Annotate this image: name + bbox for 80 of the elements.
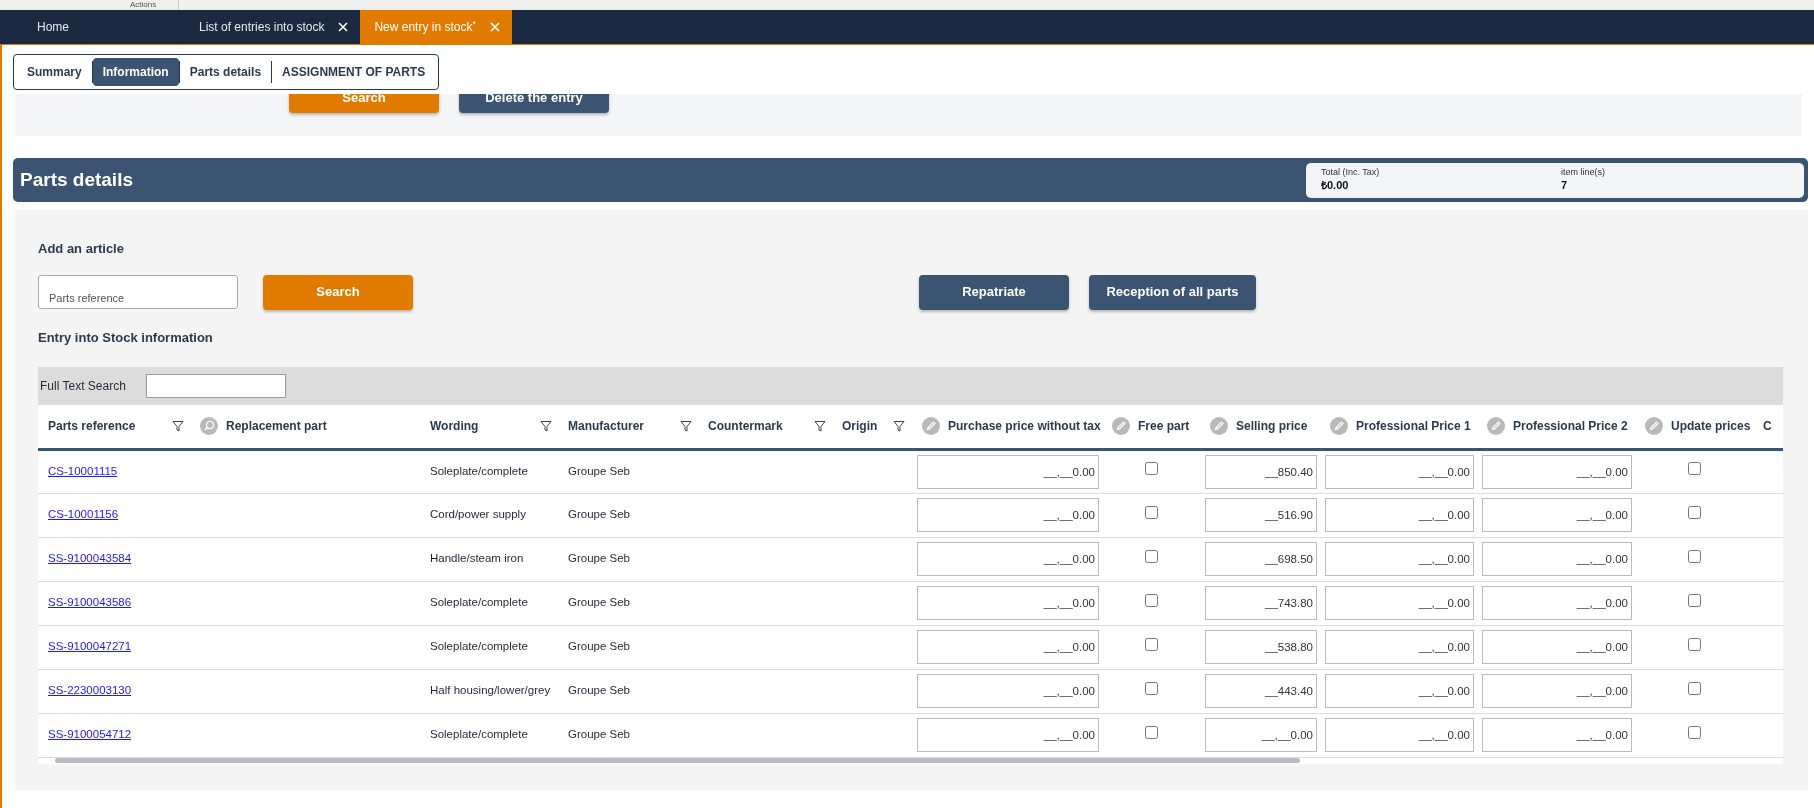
price-field[interactable]: __,__0.00 [917, 718, 1099, 752]
reference-link[interactable]: SS-9100047271 [48, 640, 132, 653]
column-header[interactable]: Replacement part [226, 417, 327, 436]
price-field[interactable]: __443.40 [1205, 674, 1317, 708]
price-field[interactable]: __538.80 [1205, 630, 1317, 664]
reference-link[interactable]: SS-2230003130 [48, 684, 132, 697]
repatriate-button[interactable]: Repatriate [919, 274, 1069, 310]
price-field[interactable]: __,__0.00 [1325, 630, 1474, 664]
table-cell: Soleplate/complete [430, 464, 528, 477]
price-field[interactable]: __,__0.00 [1482, 630, 1632, 664]
price-field[interactable]: __,__0.00 [1325, 542, 1474, 576]
price-field[interactable]: __850.40 [1205, 454, 1317, 489]
price-field[interactable]: __,__0.00 [1482, 718, 1632, 752]
price-field[interactable]: __,__0.00 [1482, 454, 1632, 489]
price-field[interactable]: __,__0.00 [1325, 498, 1474, 532]
price-field[interactable]: __743.80 [1205, 586, 1317, 620]
price-field[interactable]: __,__0.00 [917, 586, 1099, 620]
table-cell: Groupe Seb [568, 508, 630, 521]
reference-field[interactable]: Parts reference [38, 275, 238, 309]
column-header[interactable]: Countermark [708, 417, 783, 436]
section-heading: Entry into Stock information [38, 328, 213, 347]
price-field[interactable]: __,__0.00 [1482, 498, 1632, 532]
section-heading: Add an article [38, 240, 124, 258]
column-header[interactable]: Update prices [1671, 417, 1751, 436]
column-header[interactable]: Manufacturer [568, 417, 644, 436]
reception-button[interactable]: Reception of all parts [1089, 274, 1256, 310]
price-field[interactable]: __698.50 [1205, 542, 1317, 576]
table-cell: Cord/power supply [430, 508, 526, 521]
price-field[interactable]: __516.90 [1205, 498, 1317, 532]
summary-label: Total (Inc. Tax) [1321, 166, 1381, 178]
column-header[interactable]: Free part [1138, 417, 1190, 436]
reference-link[interactable]: SS-9100043586 [48, 596, 132, 609]
column-header[interactable]: Origin [842, 417, 878, 436]
section-title: Parts details [20, 167, 133, 192]
reference-link[interactable]: CS-10001156 [48, 508, 119, 521]
section-tab[interactable]: Information [92, 58, 179, 86]
tab[interactable]: Home [0, 10, 109, 44]
table-cell: Handle/steam iron [430, 552, 524, 565]
price-field[interactable]: __,__0.00 [1482, 674, 1632, 708]
summary-value: 7 [1561, 177, 1569, 193]
price-field[interactable]: __,__0.00 [1325, 454, 1474, 489]
table-cell: Groupe Seb [568, 552, 630, 565]
price-field[interactable]: __,__0.00 [917, 454, 1099, 489]
price-field[interactable]: __,__0.00 [917, 542, 1099, 576]
price-field[interactable]: __,__0.00 [917, 674, 1099, 708]
column-header[interactable]: Purchase price without tax [948, 417, 1101, 436]
section-tab[interactable]: ASSIGNMENT OF PARTS [272, 58, 436, 86]
table-cell: Groupe Seb [568, 728, 630, 741]
column-header[interactable]: Selling price [1236, 417, 1308, 436]
summary-label: item line(s) [1561, 166, 1606, 178]
table-cell: Groupe Seb [568, 684, 630, 697]
table-cell: Groupe Seb [568, 596, 630, 609]
price-field[interactable]: __,__0.00 [1205, 718, 1317, 752]
column-header[interactable]: Professional Price 1 [1356, 417, 1471, 436]
price-field[interactable]: __,__0.00 [1325, 674, 1474, 708]
table-cell: Groupe Seb [568, 640, 630, 653]
price-field[interactable]: __,__0.00 [1482, 542, 1632, 576]
reference-link[interactable]: SS-9100054712 [48, 728, 132, 741]
section-tab[interactable]: Parts details [179, 58, 272, 86]
price-field[interactable]: __,__0.00 [1325, 718, 1474, 752]
table-cell: Soleplate/complete [430, 596, 528, 609]
table-cell: Soleplate/complete [430, 640, 528, 653]
price-field[interactable]: __,__0.00 [1325, 586, 1474, 620]
reference-link[interactable]: SS-9100043584 [48, 552, 132, 565]
table-cell: Half housing/lower/grey [430, 684, 551, 697]
table-cell: Soleplate/complete [430, 728, 528, 741]
reference-link[interactable]: CS-10001115 [48, 464, 118, 477]
search-label: Full Text Search [40, 378, 126, 395]
column-header[interactable]: Professional Price 2 [1513, 417, 1628, 436]
column-header[interactable]: Wording [430, 417, 479, 436]
section-tab[interactable]: Summary [17, 58, 92, 86]
column-header[interactable]: Parts reference [48, 417, 136, 436]
table-cell: Groupe Seb [568, 464, 630, 477]
price-field[interactable]: __,__0.00 [917, 498, 1099, 532]
column-header[interactable]: C [1763, 417, 1772, 436]
price-field[interactable]: __,__0.00 [1482, 586, 1632, 620]
summary-value: ₺0.00 [1321, 177, 1350, 193]
menu-label: Actions [130, 0, 157, 10]
price-field[interactable]: __,__0.00 [917, 630, 1099, 664]
tab[interactable]: List of entries into stock [189, 10, 361, 44]
